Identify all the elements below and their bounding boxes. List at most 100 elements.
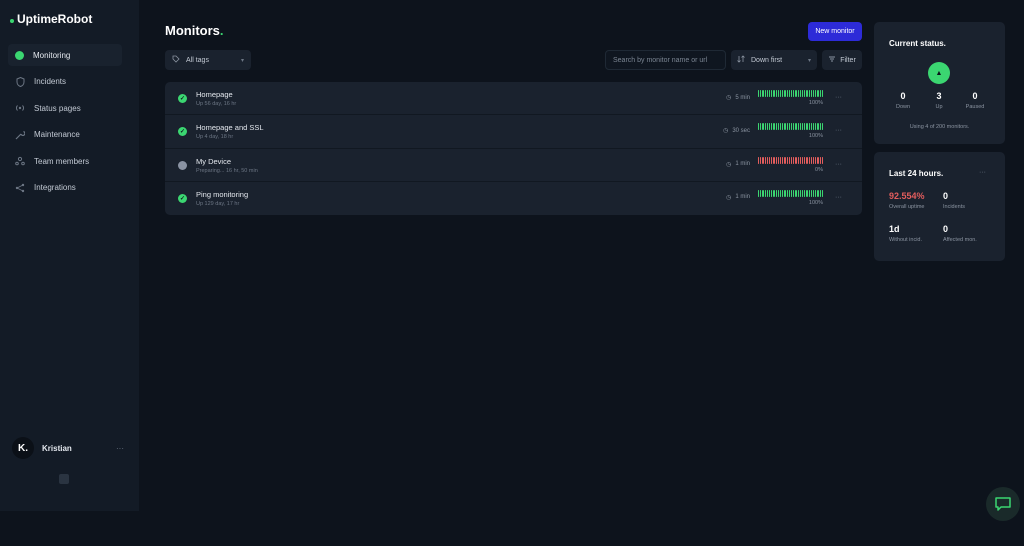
monitor-list: ✓ Homepage Up 56 day, 16 hr ◷ 5 min 100% … [165, 82, 862, 215]
uptime-bar-segment [784, 90, 786, 97]
uptime-bar-segment [806, 90, 808, 97]
uptime-bar-segment [762, 189, 764, 197]
chat-button[interactable] [986, 487, 1020, 521]
sidebar-item-label: Maintenance [34, 130, 80, 139]
sidebar: UptimeRobot Monitoring Incidents Status … [0, 0, 139, 511]
uptime-bar-segment [813, 156, 815, 164]
uptime-bar-segment [771, 156, 773, 164]
tag-icon [172, 55, 180, 65]
more-icon[interactable]: ··· [979, 169, 986, 176]
uptime-bars [758, 123, 824, 131]
uptime-bar-segment [788, 156, 791, 164]
monitor-name[interactable]: My Device [196, 157, 231, 166]
monitor-name[interactable]: Homepage [196, 90, 233, 99]
uptime-percent: 0% [815, 166, 823, 173]
uptime-bar-segment [780, 123, 782, 131]
user-menu[interactable]: K. Kristian ··· [12, 436, 124, 460]
sidebar-item-maintenance[interactable]: Maintenance [8, 124, 122, 146]
uptime-bar-segment [808, 90, 810, 97]
uptime-bar-segment [780, 156, 782, 164]
uptime-bar-segment [804, 123, 806, 131]
filter-button[interactable]: Filter [822, 50, 862, 70]
sidebar-item-status-pages[interactable]: Status pages [8, 97, 122, 119]
uptime-bar-segment [788, 123, 791, 131]
sidebar-item-incidents[interactable]: Incidents [8, 71, 122, 93]
clock-icon: ◷ [726, 194, 732, 201]
interval-text: 5 min [735, 94, 750, 101]
uptime-percent: 100% [808, 133, 823, 140]
uptime-bar-segment [780, 90, 782, 97]
uptime-bar-segment [810, 123, 813, 131]
uptime-bar-segment [769, 90, 771, 97]
uptime-bar-segment [819, 123, 821, 131]
page-title: Monitors. [165, 23, 224, 38]
uptime-bar-segment [821, 123, 824, 131]
sidebar-item-monitoring[interactable]: Monitoring [8, 44, 122, 66]
monitor-row[interactable]: ✓ Ping monitoring Up 129 day, 17 hr ◷ 1 m… [165, 182, 862, 215]
new-monitor-button[interactable]: New monitor [808, 22, 862, 41]
uptime-bar-segment [808, 189, 810, 197]
sidebar-item-team-members[interactable]: Team members [8, 150, 122, 172]
interval-text: 1 min [735, 194, 750, 201]
uptime-bar-segment [791, 156, 793, 164]
uptime-bar-segment [777, 90, 780, 97]
uptime-bar-segment [788, 90, 791, 97]
uptime-bar-segment [758, 156, 760, 164]
uptime-bar-segment [775, 123, 777, 131]
filter-icon [828, 55, 836, 65]
sidebar-item-integrations[interactable]: Integrations [8, 177, 122, 199]
uptime-bar-segment [773, 90, 775, 97]
more-icon[interactable]: ··· [835, 194, 842, 201]
current-status-card: Current status. ▲ 0 Down 3 Up 0 Paused U… [874, 22, 1005, 144]
uptime-bar-segment [791, 189, 793, 197]
more-icon[interactable]: ··· [116, 444, 124, 453]
uptime-bar-segment [762, 123, 764, 131]
more-icon[interactable]: ··· [835, 94, 842, 101]
tags-dropdown[interactable]: All tags ▾ [165, 50, 251, 70]
collapse-sidebar-icon[interactable] [59, 474, 69, 484]
monitor-row[interactable]: My Device Preparing... 16 hr, 50 min ◷ 1 … [165, 149, 862, 182]
sort-icon [737, 55, 745, 65]
without-incidents: 1d Without incid. [889, 224, 922, 243]
uptime-bar-segment [766, 90, 769, 97]
clock-icon: ◷ [726, 95, 732, 101]
uptime-bar-segment [799, 189, 802, 197]
sidebar-nav: Monitoring Incidents Status pages Mainte… [8, 44, 122, 203]
uptime-bar-segment [758, 90, 760, 97]
monitor-row[interactable]: ✓ Homepage Up 56 day, 16 hr ◷ 5 min 100% … [165, 82, 862, 116]
uptime-bar-segment [804, 189, 806, 197]
uptime-bars [758, 90, 824, 97]
brand-logo[interactable]: UptimeRobot [10, 12, 92, 26]
uptime-bar-segment [782, 189, 784, 197]
stat-value: 0 [943, 224, 949, 234]
uptime-bar-segment [813, 90, 815, 97]
uptime-bar-segment [766, 156, 769, 164]
uptime-bar-segment [764, 156, 766, 164]
sidebar-item-label: Team members [34, 156, 90, 166]
monitor-name[interactable]: Homepage and SSL [196, 123, 264, 132]
clock-icon: ◷ [726, 161, 732, 168]
sort-dropdown[interactable]: Down first ▾ [731, 50, 817, 70]
uptime-bar-segment [815, 90, 817, 97]
more-icon[interactable]: ··· [835, 127, 842, 134]
uptime-bar-segment [775, 189, 777, 197]
stat-value: 3 [936, 91, 942, 101]
uptime-bar-segment [775, 90, 777, 97]
monitor-uptime-duration: Up 56 day, 16 hr [196, 101, 237, 107]
uptime-bar-segment [769, 123, 771, 131]
uptime-bar-segment [819, 156, 821, 164]
uptime-bar-segment [797, 123, 799, 131]
search-input[interactable]: Search by monitor name or url [605, 50, 726, 70]
card-title: Current status. [889, 39, 946, 48]
uptime-bar-segment [797, 189, 799, 197]
uptime-bar-segment [771, 189, 773, 197]
brand-name: UptimeRobot [17, 12, 93, 26]
uptime-bar-segment [821, 156, 824, 164]
chevron-down-icon: ▾ [240, 57, 244, 64]
uptime-bar-segment [769, 189, 771, 197]
monitor-name[interactable]: Ping monitoring [196, 190, 248, 199]
uptime-bar-segment [786, 189, 788, 197]
more-icon[interactable]: ··· [835, 161, 842, 168]
monitor-row[interactable]: ✓ Homepage and SSL Up 4 day, 18 hr ◷ 30 s… [165, 115, 862, 149]
chevron-down-icon: ▾ [807, 57, 811, 64]
